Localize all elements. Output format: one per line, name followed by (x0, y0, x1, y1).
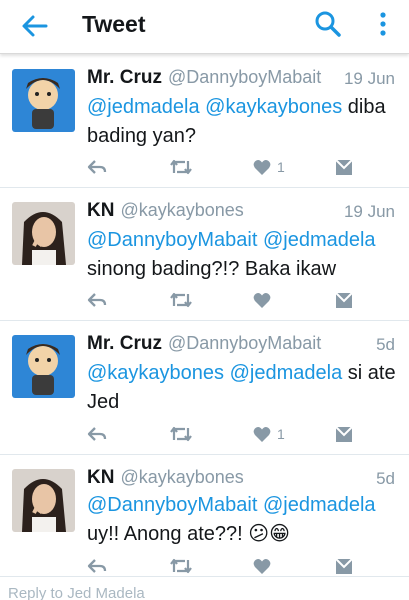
tweet-item[interactable]: Mr. Cruz @DannyboyMabait 5d @kaykaybones … (0, 321, 409, 455)
timestamp: 19 Jun (343, 202, 395, 221)
author-name[interactable]: Mr. Cruz @DannyboyMabait (87, 67, 321, 89)
author-handle[interactable]: @kaykaybones (120, 467, 243, 487)
avatar[interactable] (12, 469, 75, 532)
search-icon[interactable] (313, 9, 343, 39)
author-handle[interactable]: @DannyboyMabait (168, 333, 321, 353)
author-name[interactable]: Mr. Cruz @DannyboyMabait (87, 333, 321, 355)
tweet-text: @DannyboyMabait @jedmadela uy!! Anong at… (87, 494, 376, 545)
retweet-icon[interactable] (169, 289, 193, 311)
heart-icon (253, 292, 271, 308)
like-button[interactable] (253, 555, 277, 577)
mention-link[interactable]: @jedmadela (263, 229, 376, 251)
retweet-icon[interactable] (169, 555, 193, 577)
heart-icon (253, 558, 271, 574)
tweet-text: @jedmadela @kaykaybones diba bading yan? (87, 96, 386, 147)
mention-link[interactable]: @jedmadela (263, 494, 376, 516)
tweet-actions (87, 289, 387, 311)
avatar[interactable] (12, 69, 75, 132)
tweet-item[interactable]: KN @kaykaybones 5d @DannyboyMabait @jedma… (0, 455, 409, 577)
author-name[interactable]: KN @kaykaybones (87, 467, 244, 489)
tweet-actions: 1 (87, 423, 387, 445)
mention-link[interactable]: @DannyboyMabait (87, 229, 257, 251)
author-handle[interactable]: @DannyboyMabait (168, 67, 321, 87)
retweet-icon[interactable] (169, 423, 193, 445)
tweet-item[interactable]: KN @kaykaybones 19 Jun @DannyboyMabait @j… (0, 188, 409, 321)
tweet-item[interactable]: Mr. Cruz @DannyboyMabait 19 Jun @jedmadel… (0, 55, 409, 188)
mention-link[interactable]: @DannyboyMabait (87, 494, 257, 516)
author-name[interactable]: KN @kaykaybones (87, 200, 244, 222)
author-handle[interactable]: @kaykaybones (120, 200, 243, 220)
like-count: 1 (277, 426, 285, 442)
heart-icon (253, 426, 271, 442)
like-count: 1 (277, 159, 285, 175)
tweet-actions: 1 (87, 156, 387, 178)
avatar[interactable] (12, 202, 75, 265)
mention-link[interactable]: @jedmadela (87, 96, 200, 118)
timestamp: 19 Jun (343, 69, 395, 88)
avatar[interactable] (12, 335, 75, 398)
like-button[interactable]: 1 (253, 423, 285, 445)
app-bar: Tweet (0, 0, 409, 54)
direct-message-icon[interactable] (335, 289, 353, 311)
direct-message-icon[interactable] (335, 555, 353, 577)
reply-icon[interactable] (87, 423, 107, 445)
tweet-text: @kaykaybones @jedmadela si ate Jed (87, 362, 396, 413)
arrow-left-icon[interactable] (18, 9, 52, 43)
heart-icon (253, 159, 271, 175)
like-button[interactable] (253, 289, 277, 311)
mention-link[interactable]: @kaykaybones (205, 96, 342, 118)
reply-icon[interactable] (87, 289, 107, 311)
mention-link[interactable]: @jedmadela (230, 362, 343, 384)
timestamp: 5d (376, 335, 395, 354)
timestamp: 5d (376, 469, 395, 488)
direct-message-icon[interactable] (335, 156, 353, 178)
reply-icon[interactable] (87, 156, 107, 178)
retweet-icon[interactable] (169, 156, 193, 178)
tweet-actions (87, 555, 387, 577)
page-title: Tweet (82, 11, 146, 37)
reply-icon[interactable] (87, 555, 107, 577)
like-button[interactable]: 1 (253, 156, 285, 178)
mention-link[interactable]: @kaykaybones (87, 362, 224, 384)
tweet-text: @DannyboyMabait @jedmadela sinong bading… (87, 229, 376, 280)
reply-composer-hint[interactable]: Reply to Jed Madela (0, 585, 409, 600)
overflow-menu-icon[interactable] (370, 9, 396, 39)
direct-message-icon[interactable] (335, 423, 353, 445)
